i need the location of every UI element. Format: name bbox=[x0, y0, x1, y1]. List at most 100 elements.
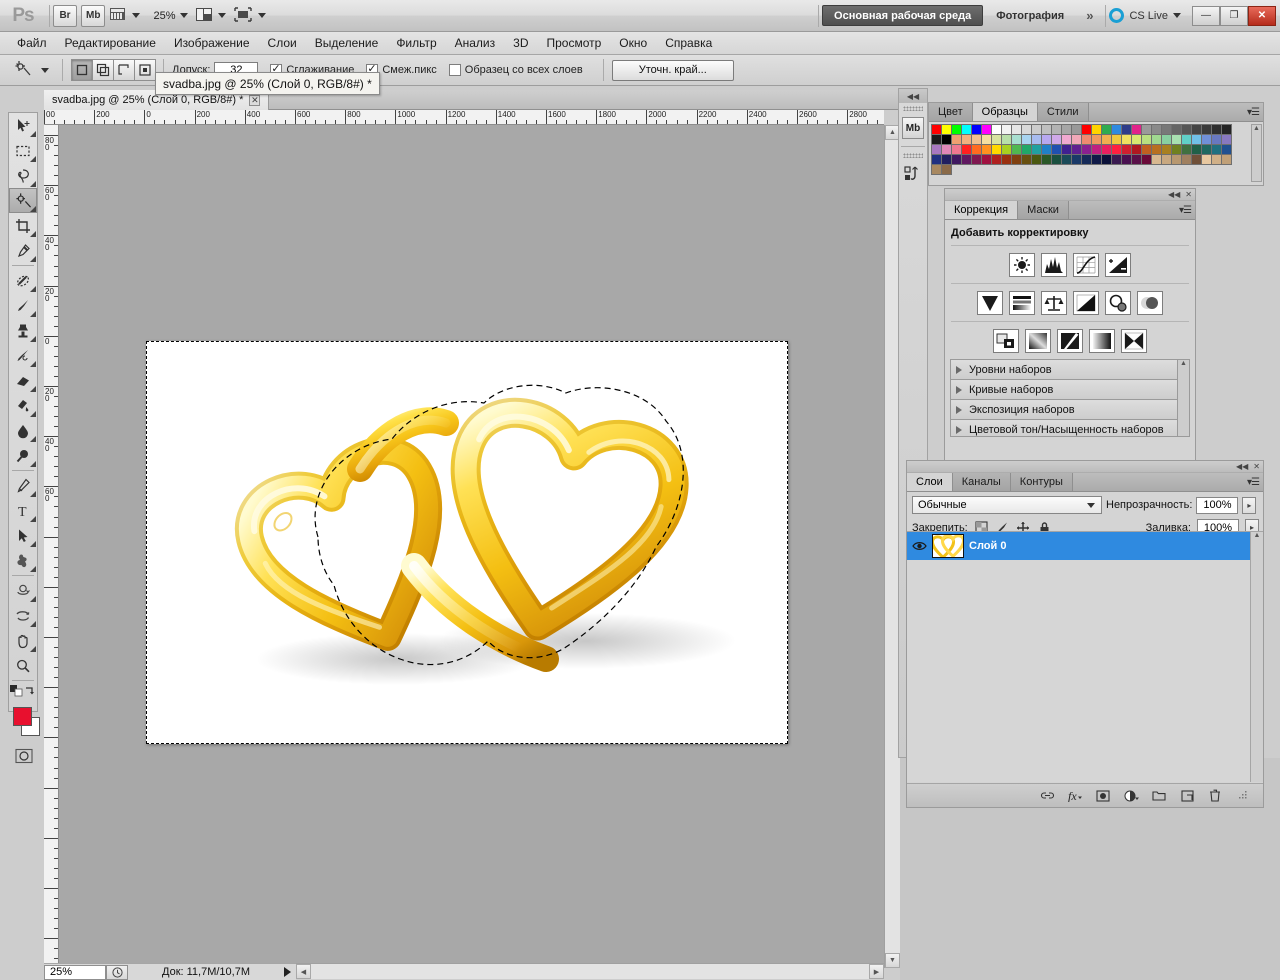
layers-list[interactable]: Слой 0 ▲ bbox=[907, 531, 1263, 782]
collapse-icon[interactable]: ◀◀ bbox=[1168, 190, 1180, 199]
delete-layer-icon[interactable] bbox=[1207, 788, 1223, 804]
preset-hue-saturation[interactable]: Цветовой тон/Насыщенность наборов bbox=[951, 420, 1189, 436]
dock-grip[interactable] bbox=[903, 105, 923, 111]
menu-image[interactable]: Изображение bbox=[165, 34, 259, 52]
workspace-photography[interactable]: Фотография bbox=[985, 5, 1075, 26]
vertical-ruler[interactable]: 800 600 400 200 0 200 400 600 bbox=[44, 125, 59, 968]
gradient-tool[interactable] bbox=[9, 393, 37, 418]
scroll-right-arrow[interactable]: ▶ bbox=[869, 964, 884, 979]
3d-object-rotate-tool[interactable] bbox=[9, 578, 37, 603]
add-to-selection-button[interactable] bbox=[92, 59, 114, 81]
preset-levels[interactable]: Уровни наборов bbox=[951, 360, 1189, 380]
menu-filter[interactable]: Фильтр bbox=[387, 34, 445, 52]
vibrance-icon[interactable] bbox=[977, 291, 1003, 315]
color-swatch[interactable] bbox=[941, 164, 952, 175]
brush-tool[interactable] bbox=[9, 293, 37, 318]
menu-analysis[interactable]: Анализ bbox=[446, 34, 505, 52]
eyedropper-tool[interactable] bbox=[9, 238, 37, 263]
zoom-tool[interactable] bbox=[9, 653, 37, 678]
sample-all-layers-checkbox[interactable]: Образец со всех слоев bbox=[448, 64, 583, 76]
new-layer-icon[interactable] bbox=[1179, 788, 1195, 804]
tab-swatches[interactable]: Образцы bbox=[972, 103, 1038, 121]
tool-preset-picker[interactable] bbox=[10, 58, 36, 82]
menu-layer[interactable]: Слои bbox=[259, 34, 306, 52]
levels-icon[interactable] bbox=[1041, 253, 1067, 277]
view-extras-button[interactable] bbox=[109, 5, 145, 27]
invert-icon[interactable] bbox=[993, 329, 1019, 353]
more-workspaces-button[interactable]: » bbox=[1077, 8, 1102, 23]
history-dock-button[interactable] bbox=[899, 160, 927, 190]
menu-select[interactable]: Выделение bbox=[306, 34, 388, 52]
history-brush-tool[interactable] bbox=[9, 343, 37, 368]
quick-mask-toggle[interactable] bbox=[9, 745, 39, 767]
layers-list-scrollbar[interactable]: ▲ bbox=[1250, 532, 1263, 782]
close-icon[interactable]: ✕ bbox=[1185, 190, 1192, 199]
layer-visibility-eye-icon[interactable] bbox=[911, 538, 927, 554]
panel-menu-icon[interactable]: ▾☰ bbox=[1247, 107, 1260, 118]
opacity-stepper[interactable]: ▸ bbox=[1242, 496, 1257, 514]
close-button[interactable]: ✕ bbox=[1248, 5, 1276, 26]
lasso-tool[interactable] bbox=[9, 163, 37, 188]
dock-collapse-header[interactable]: ◀◀ bbox=[899, 89, 927, 103]
arrange-documents-button[interactable] bbox=[233, 5, 271, 27]
gradient-map-icon[interactable] bbox=[1089, 329, 1115, 353]
foreground-color-swatch[interactable] bbox=[13, 707, 32, 726]
clock-icon[interactable] bbox=[106, 964, 128, 980]
tab-paths[interactable]: Контуры bbox=[1010, 473, 1073, 491]
horizontal-ruler[interactable]: 00 200 0 200 400 600 800 1000 1200 1400 1600 1800 20… bbox=[44, 110, 884, 125]
canvas-scroll-area[interactable] bbox=[59, 125, 884, 968]
panel-menu-icon[interactable]: ▾☰ bbox=[1247, 477, 1260, 488]
collapse-icon[interactable]: ◀◀ bbox=[1236, 462, 1248, 471]
hue-saturation-icon[interactable] bbox=[1009, 291, 1035, 315]
swap-colors-icon[interactable] bbox=[24, 685, 36, 700]
menu-help[interactable]: Справка bbox=[656, 34, 721, 52]
document-canvas[interactable] bbox=[146, 341, 788, 744]
tab-styles[interactable]: Стили bbox=[1037, 103, 1089, 121]
color-swatches[interactable] bbox=[9, 705, 40, 745]
path-selection-tool[interactable] bbox=[9, 523, 37, 548]
menu-file[interactable]: Файл bbox=[8, 34, 56, 52]
crop-tool[interactable] bbox=[9, 213, 37, 238]
close-icon[interactable]: ✕ bbox=[249, 94, 261, 106]
chevron-down-icon[interactable] bbox=[41, 67, 49, 73]
menu-edit[interactable]: Редактирование bbox=[56, 34, 165, 52]
tab-channels[interactable]: Каналы bbox=[952, 473, 1011, 491]
screen-mode-button[interactable] bbox=[195, 5, 231, 27]
clone-stamp-tool[interactable] bbox=[9, 318, 37, 343]
blur-tool[interactable] bbox=[9, 418, 37, 443]
photo-filter-icon[interactable] bbox=[1105, 291, 1131, 315]
tab-adjustments[interactable]: Коррекция bbox=[945, 201, 1019, 219]
new-selection-button[interactable] bbox=[71, 59, 93, 81]
selective-color-icon[interactable] bbox=[1121, 329, 1147, 353]
refine-edge-button[interactable]: Уточн. край... bbox=[611, 59, 734, 81]
launch-bridge-button[interactable]: Br bbox=[53, 4, 77, 27]
channel-mixer-icon[interactable] bbox=[1137, 291, 1163, 315]
add-layer-mask-icon[interactable] bbox=[1095, 788, 1111, 804]
cs-live-button[interactable]: CS Live bbox=[1109, 8, 1192, 23]
adjustment-presets-list[interactable]: Уровни наборов Кривые наборов Экспозиция… bbox=[950, 359, 1190, 437]
new-adjustment-layer-icon[interactable] bbox=[1123, 788, 1139, 804]
layer-thumbnail[interactable] bbox=[932, 534, 964, 558]
mini-bridge-dock-button[interactable]: Mb bbox=[899, 113, 927, 143]
3d-camera-rotate-tool[interactable] bbox=[9, 603, 37, 628]
status-zoom-field[interactable]: 25% bbox=[44, 964, 106, 980]
preset-exposure[interactable]: Экспозиция наборов bbox=[951, 400, 1189, 420]
preset-list-scrollbar[interactable]: ▲ bbox=[1177, 360, 1189, 436]
blend-mode-select[interactable]: Обычные bbox=[912, 496, 1102, 514]
canvas-horizontal-scrollbar[interactable]: ◀ ▶ bbox=[296, 963, 884, 979]
subtract-from-selection-button[interactable] bbox=[113, 59, 135, 81]
intersect-selection-button[interactable] bbox=[134, 59, 156, 81]
play-triangle-icon[interactable] bbox=[284, 967, 291, 977]
color-swatch[interactable] bbox=[1221, 154, 1232, 165]
dodge-tool[interactable] bbox=[9, 443, 37, 468]
spot-healing-brush-tool[interactable] bbox=[9, 268, 37, 293]
panel-resize-grip[interactable] bbox=[1235, 788, 1251, 804]
tab-masks[interactable]: Маски bbox=[1018, 201, 1069, 219]
tab-color[interactable]: Цвет bbox=[929, 103, 973, 121]
menu-window[interactable]: Окно bbox=[610, 34, 656, 52]
custom-shape-tool[interactable] bbox=[9, 548, 37, 573]
workspace-essentials[interactable]: Основная рабочая среда bbox=[822, 5, 984, 26]
hand-tool[interactable] bbox=[9, 628, 37, 653]
exposure-icon[interactable] bbox=[1105, 253, 1131, 277]
preset-curves[interactable]: Кривые наборов bbox=[951, 380, 1189, 400]
